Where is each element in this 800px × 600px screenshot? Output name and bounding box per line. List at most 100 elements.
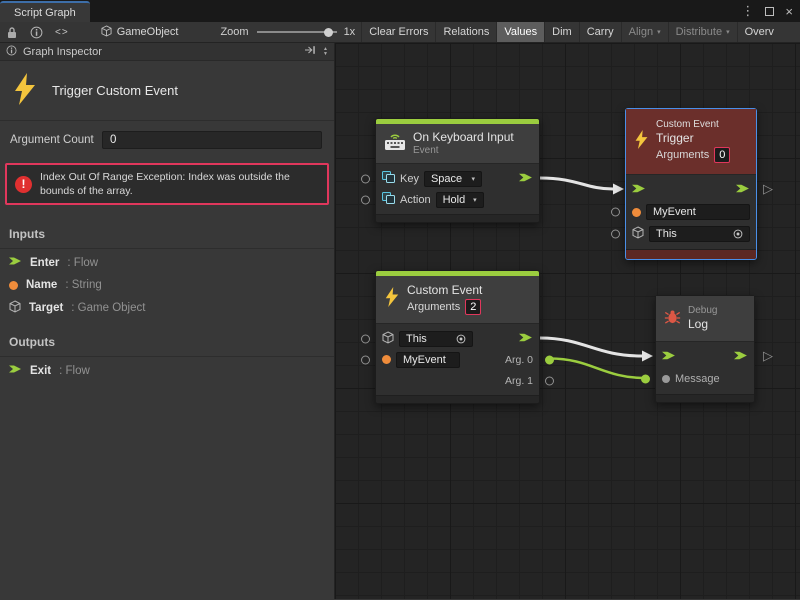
flow-output-port[interactable] [519,331,533,347]
node-title: Log [688,317,717,332]
zoom-slider[interactable] [257,22,337,42]
node-debug-log[interactable]: Debug Log Message [655,295,755,403]
message-input-port[interactable] [641,375,650,384]
event-name-row: MyEvent Arg. 0 [382,349,533,370]
graph-output-indicator: ▷ [763,349,773,362]
graph-toolbar: <> GameObject Zoom 1x Clear Errors Relat… [0,22,800,43]
distribute-button[interactable]: Distribute ▾ [668,22,737,42]
tab-script-graph[interactable]: Script Graph [0,1,90,22]
info-icon[interactable] [24,22,49,42]
wire-customevent-to-debug[interactable] [540,338,642,356]
target-input-port[interactable] [361,334,370,343]
window-tab-bar: Script Graph ⋮ × [0,0,800,22]
keycode-icon [382,192,395,207]
bolt-icon [384,287,400,312]
arg0-output-port[interactable] [545,355,554,364]
arguments-label: Arguments [407,298,460,316]
input-port-item: Enter : Flow [0,249,334,273]
window-maximize-icon[interactable] [765,7,774,16]
zoom-slider-knob[interactable] [324,28,333,37]
arg1-output-port[interactable] [545,376,554,385]
arguments-label: Arguments [656,146,709,164]
output-port-item: Exit : Flow [0,357,334,381]
dock-icon[interactable] [304,45,316,58]
gameobject-selector[interactable]: GameObject [101,22,179,42]
node-footer [376,395,539,403]
flow-arrow-icon [9,255,22,270]
dim-button[interactable]: Dim [544,22,579,42]
keyboard-icon [384,132,406,156]
target-input-port[interactable] [611,230,620,239]
event-name-field[interactable]: MyEvent [646,204,750,220]
flow-output-port[interactable] [736,182,750,198]
event-name-row: MyEvent [632,201,750,223]
name-input-port[interactable] [611,208,620,217]
event-name-field[interactable]: MyEvent [396,352,460,368]
scroll-spinner[interactable]: ▲ ▼ [323,47,328,57]
node-title: Trigger [656,131,730,146]
info-circle-icon [6,45,17,59]
target-row: This [382,328,533,349]
name-input-port[interactable] [361,355,370,364]
chevron-down-icon: ▾ [471,175,475,183]
arguments-count-field[interactable]: 2 [465,299,481,315]
window-close-icon[interactable]: × [785,4,793,19]
node-footer [626,249,756,259]
target-dropdown[interactable]: This [649,226,750,242]
graph-canvas[interactable]: On Keyboard Input Event Key Space ▾ [335,43,800,599]
target-dropdown[interactable]: This [399,331,473,347]
flow-output-port[interactable] [519,171,533,187]
node-header[interactable]: Custom Event Trigger Arguments 0 [626,109,756,175]
key-input-port[interactable] [361,174,370,183]
port-name: Target [29,302,63,314]
overview-button[interactable]: Overv [737,22,800,42]
target-row: This [632,223,750,245]
flow-output-port[interactable] [734,349,748,365]
values-button[interactable]: Values [496,22,544,42]
argument-count-input[interactable]: 0 [102,131,322,149]
action-dropdown[interactable]: Hold ▾ [436,192,484,208]
arguments-count-field[interactable]: 0 [714,147,730,163]
carry-button[interactable]: Carry [579,22,621,42]
key-value: Space [431,173,462,185]
wire-arrowhead [613,184,624,195]
node-title: Custom Event [407,283,482,298]
port-type: : Flow [67,257,98,269]
target-value: This [656,228,677,240]
chevron-down-icon: ▾ [726,28,730,36]
code-icon[interactable]: <> [49,22,75,42]
node-header[interactable]: On Keyboard Input Event [376,124,539,164]
gameobject-cube-icon [101,25,112,40]
string-port-icon [382,355,391,364]
error-icon: ! [15,176,32,193]
chevron-down-icon: ▾ [657,28,661,36]
clear-errors-button[interactable]: Clear Errors [361,22,435,42]
spinner-down-icon[interactable]: ▼ [323,52,328,57]
node-custom-event[interactable]: Custom Event Arguments 2 This [375,270,540,404]
relations-button[interactable]: Relations [435,22,496,42]
keycode-icon [382,171,395,186]
node-header[interactable]: Custom Event Arguments 2 [376,276,539,324]
target-picker-icon[interactable] [733,229,743,239]
chevron-down-icon: ▾ [473,196,477,204]
input-port-item: Name : String [0,273,334,294]
flow-input-port[interactable] [662,349,676,365]
action-input-port[interactable] [361,195,370,204]
key-dropdown[interactable]: Space ▾ [424,171,482,187]
lock-icon[interactable] [0,22,24,42]
flow-input-port[interactable] [632,182,646,198]
flow-row [662,346,748,368]
event-name-value: MyEvent [403,354,446,366]
align-button[interactable]: Align ▾ [621,22,668,42]
inspector-header-title: Graph Inspector [23,46,102,58]
node-header[interactable]: Debug Log [656,296,754,342]
node-footer [656,394,754,402]
wire-keyboard-to-trigger[interactable] [540,178,613,189]
node-trigger-custom-event[interactable]: Custom Event Trigger Arguments 0 [625,108,757,260]
action-row: Action Hold ▾ [382,189,533,210]
target-picker-icon[interactable] [456,334,466,344]
node-on-keyboard-input[interactable]: On Keyboard Input Event Key Space ▾ [375,118,540,223]
window-menu-icon[interactable]: ⋮ [741,3,754,19]
align-label: Align [629,26,653,38]
wire-arg0-to-message[interactable] [550,359,645,379]
